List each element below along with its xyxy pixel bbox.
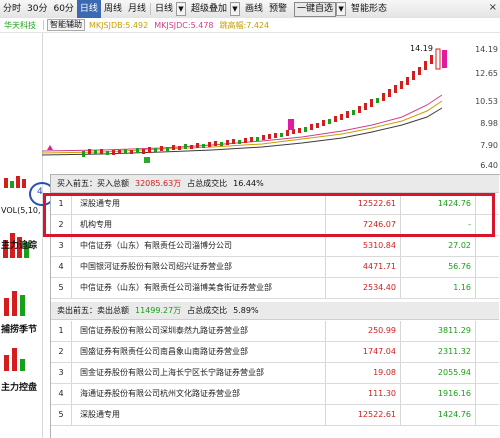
table-row[interactable]: 4 中国银河证券股份有限公司绍兴证券营业部 4471.71 56.76 (51, 257, 499, 278)
buy-amount: 5310.84 (326, 236, 401, 256)
table-row[interactable]: 5 深股通专用 12522.61 1424.76 (51, 405, 499, 426)
candles (82, 48, 447, 163)
seat-name: 中信证券（山东）有限责任公司淄博分公司 (72, 236, 326, 256)
tab-30min[interactable]: 30分 (24, 0, 50, 18)
row-index: 5 (51, 278, 72, 298)
indicator-value-2: MKJSJDC:5.478 (154, 20, 214, 30)
tab-60min[interactable]: 60分 (50, 0, 76, 18)
buy-ratio-label: 占总成交比 (187, 179, 228, 188)
seat-name: 中国银河证券股份有限公司绍兴证券营业部 (72, 257, 326, 277)
table-row[interactable]: 2 国盛证券有限责任公司南昌象山南路证券营业部 1747.04 2311.32 (51, 342, 499, 363)
sell-ratio-label: 占总成交比 (187, 306, 228, 315)
seat-name: 中信证券（山东）有限责任公司淄博美食街证券营业部 (72, 278, 326, 298)
sell-amount: 2311.32 (401, 342, 476, 362)
table-row[interactable]: 5 中信证券（山东）有限责任公司淄博美食街证券营业部 2534.40 1.16 (51, 278, 499, 299)
table-row[interactable]: 4 海通证券股份有限公司杭州文化路证券营业部 111.30 1916.16 (51, 384, 499, 405)
left-volume-bars (3, 176, 29, 371)
chevron-down-icon[interactable]: ▼ (230, 2, 240, 16)
buy-amount: 19.08 (326, 363, 401, 383)
sell-total: 11499.27万 (135, 306, 182, 315)
infobar-divider (43, 20, 44, 30)
seat-name: 国盛证券有限责任公司南昌象山南路证券营业部 (72, 342, 326, 362)
indicator-value-1: MKJSJDB:5.492 (89, 20, 149, 30)
seat-name: 国信证券股份有限公司深圳泰然九路证券营业部 (72, 321, 326, 341)
axis-label: 10.53 (475, 97, 498, 106)
stock-name: 华天科技 (4, 20, 36, 30)
buy-amount: 1747.04 (326, 342, 401, 362)
sell-amount: 2055.94 (401, 363, 476, 383)
buy-amount: 2534.40 (326, 278, 401, 298)
period-select[interactable]: 日线 (152, 0, 176, 18)
price-tag: 14.19 (410, 44, 433, 53)
watchlist-button[interactable]: 一键自选 (294, 1, 337, 17)
table-row[interactable]: 1 国信证券股份有限公司深圳泰然九路证券营业部 250.99 3811.29 (51, 321, 499, 342)
period-toolbar: 分时 30分 60分 日线 周线 月线 日线 ▼ 超级叠加 ▼ 画线 预警 一键… (0, 0, 500, 19)
row-index: 4 (51, 257, 72, 277)
alert-button[interactable]: 预警 (266, 0, 290, 18)
signal-marker (47, 145, 53, 150)
chart-infobar: 华天科技 智能辅助 MKJSJDB:5.492 MKJSJDC:5.478 跳高… (0, 18, 500, 33)
sell-amount: 27.02 (401, 236, 476, 256)
axis-label: 7.90 (480, 141, 498, 150)
buy-ratio: 16.44% (233, 179, 264, 188)
axis-label: 14.19 (475, 45, 498, 54)
tab-weekly[interactable]: 周线 (101, 0, 125, 18)
price-axis: 14.19 12.65 10.53 8.98 7.90 6.40 (470, 33, 500, 171)
stock-app-window: 分时 30分 60分 日线 周线 月线 日线 ▼ 超级叠加 ▼ 画线 预警 一键… (0, 0, 500, 438)
table-row[interactable]: 3 中信证券（山东）有限责任公司淄博分公司 5310.84 27.02 (51, 236, 499, 257)
sell-amount: 1424.76 (401, 405, 476, 425)
row-index: 1 (51, 321, 72, 341)
axis-label: 6.40 (480, 161, 498, 170)
capture-season-button[interactable]: 捕捞季节 (1, 322, 37, 335)
buy-amount: 4471.71 (326, 257, 401, 277)
main-force-track-button[interactable]: 主力追踪 (1, 238, 37, 251)
volume-label: VOL(5,10, (1, 206, 41, 215)
seat-name: 海通证券股份有限公司杭州文化路证券营业部 (72, 384, 326, 404)
toolbar-divider (149, 3, 151, 15)
tab-daily[interactable]: 日线 (76, 0, 101, 18)
buy-total: 32085.63万 (135, 179, 182, 188)
sell-header-label: 卖出前五：卖出总额 (57, 306, 129, 315)
sell-amount: 1916.16 (401, 384, 476, 404)
sell-ratio: 5.89% (233, 306, 259, 315)
seat-name: 深股通专用 (72, 405, 326, 425)
main-force-control-button[interactable]: 主力控盘 (1, 380, 37, 393)
row-index: 2 (51, 342, 72, 362)
axis-label: 12.65 (475, 69, 498, 78)
row-index: 5 (51, 405, 72, 425)
overlay-button[interactable]: 超级叠加 (188, 0, 230, 18)
indicator-tag[interactable]: 智能辅助 (47, 19, 85, 31)
buy-amount: 250.99 (326, 321, 401, 341)
table-row[interactable]: 3 国金证券股份有限公司上海长宁区长宁路证券营业部 19.08 2055.94 (51, 363, 499, 384)
row-index: 4 (51, 384, 72, 404)
axis-label: 8.98 (480, 119, 498, 128)
seat-name: 国金证券股份有限公司上海长宁区长宁路证券营业部 (72, 363, 326, 383)
row-index: 3 (51, 363, 72, 383)
highlight-box (43, 193, 495, 237)
smart-pattern-button[interactable]: 智能形态 (348, 0, 390, 18)
close-icon[interactable]: × (489, 2, 497, 13)
sell-amount: 1.16 (401, 278, 476, 298)
tab-monthly[interactable]: 月线 (125, 0, 149, 18)
buy-amount: 111.30 (326, 384, 401, 404)
indicator-value-3: 跳高幅:7.424 (219, 20, 270, 30)
annotation-number: 4 (37, 187, 43, 197)
buy-section-header: 买入前五：买入总额 32085.63万 占总成交比 16.44% (51, 175, 499, 193)
chevron-down-icon[interactable]: ▼ (175, 2, 186, 16)
chevron-down-icon[interactable]: ▼ (336, 2, 347, 16)
sell-section-header: 卖出前五：卖出总额 11499.27万 占总成交比 5.89% (51, 302, 499, 320)
left-indicator-panel (0, 33, 43, 438)
candlestick-chart (42, 48, 447, 163)
row-index: 3 (51, 236, 72, 256)
sell-amount: 56.76 (401, 257, 476, 277)
buy-header-label: 买入前五：买入总额 (57, 179, 129, 188)
draw-line-button[interactable]: 画线 (242, 0, 266, 18)
sell-amount: 3811.29 (401, 321, 476, 341)
tab-minute[interactable]: 分时 (0, 0, 24, 18)
buy-amount: 12522.61 (326, 405, 401, 425)
